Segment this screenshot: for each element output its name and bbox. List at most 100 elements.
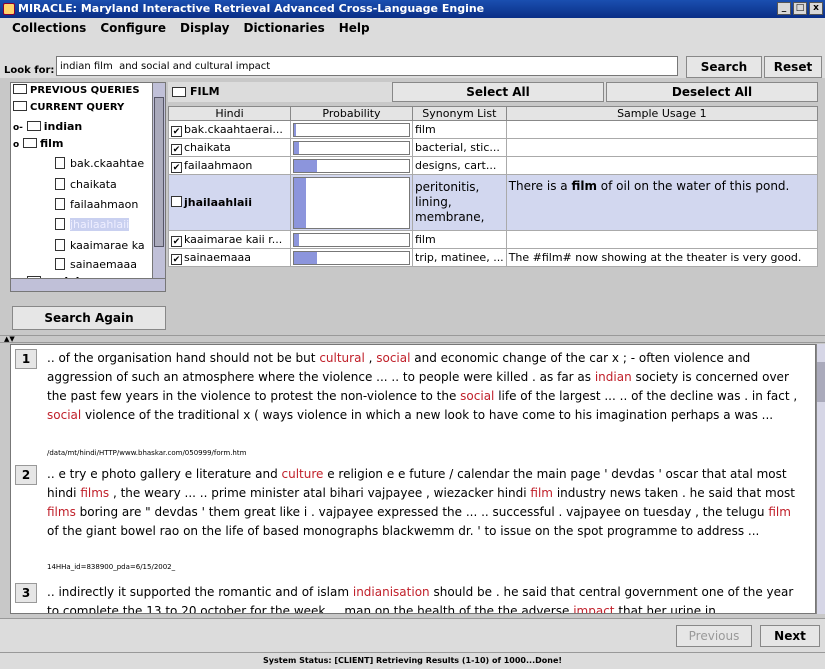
next-button[interactable]: Next xyxy=(760,625,820,647)
table-row[interactable]: ✔ failaahmaon designs, cart... xyxy=(168,156,819,175)
window-title: MIRACLE: Maryland Interactive Retrieval … xyxy=(18,2,485,15)
hindi-term: kaaimarae kaii r... xyxy=(184,232,283,246)
hindi-term-cell[interactable]: jhailaahlaii xyxy=(168,174,291,231)
highlighted-term: cultural xyxy=(319,351,365,365)
document-icon xyxy=(55,178,65,190)
probability-fill xyxy=(294,159,317,172)
results-panel: 1 .. of the organisation hand should not … xyxy=(10,344,816,614)
result-source-link[interactable]: /data/mt/hindi/HTTP/www.bhaskar.com/0509… xyxy=(47,449,246,457)
highlighted-term: social xyxy=(47,408,82,422)
menu-dictionaries[interactable]: Dictionaries xyxy=(243,21,324,35)
tree-leaf-kaaimarae[interactable]: kaaimarae ka xyxy=(55,238,145,254)
highlighted-term: social xyxy=(376,351,411,365)
term-checkbox[interactable]: ✔ xyxy=(171,235,182,247)
close-button[interactable]: x xyxy=(809,2,823,15)
snippet-text: .. indirectly it supported the romantic … xyxy=(47,585,353,599)
results-vertical-scrollbar[interactable] xyxy=(816,344,825,614)
term-checkbox[interactable] xyxy=(171,196,182,207)
probability-fill xyxy=(294,141,299,154)
result-snippet: .. of the organisation hand should not b… xyxy=(47,349,801,425)
usage-text: There is a xyxy=(508,179,572,193)
snippet-text: life of the largest ... .. of the declin… xyxy=(494,389,798,403)
term-checkbox[interactable]: ✔ xyxy=(171,253,182,265)
document-icon xyxy=(55,258,65,270)
pane-splitter[interactable]: ▲▼ xyxy=(0,335,825,343)
menu-bar: Collections Configure Display Dictionari… xyxy=(0,18,825,38)
tree-leaf-bak[interactable]: bak.ckaahtae xyxy=(55,156,144,172)
sample-usage-cell: The #film# now showing at the theater is… xyxy=(505,248,819,267)
snippet-text: , xyxy=(364,351,377,365)
table-row[interactable]: ✔ kaaimarae kaii r... film xyxy=(168,230,819,249)
highlighted-term: culture xyxy=(281,467,324,481)
result-source-link[interactable]: 14HHa_id=838900_pda=6/15/2002_ xyxy=(47,563,175,571)
tree-leaf-failaahmaon[interactable]: failaahmaon xyxy=(55,197,138,213)
folder-icon xyxy=(26,121,41,131)
scroll-thumb[interactable] xyxy=(817,362,825,402)
tree-horizontal-scrollbar[interactable] xyxy=(11,278,165,291)
tree-label: film xyxy=(40,137,64,150)
window-title-bar: MIRACLE: Maryland Interactive Retrieval … xyxy=(0,0,825,18)
tree-label: failaahmaon xyxy=(70,198,139,211)
term-checkbox[interactable]: ✔ xyxy=(171,125,182,137)
menu-configure[interactable]: Configure xyxy=(100,21,166,35)
table-row[interactable]: ✔ bak.ckaahtaerai... film xyxy=(168,120,819,139)
table-row[interactable]: ✔ sainaemaaa trip, matinee, ... The #film# … xyxy=(168,248,819,267)
document-icon xyxy=(55,157,65,169)
tree-label: chaikata xyxy=(70,178,117,191)
status-bar: System Status: [CLIENT] Retrieving Resul… xyxy=(0,652,825,669)
term-checkbox[interactable]: ✔ xyxy=(171,161,182,173)
tree-leaf-chaikata[interactable]: chaikata xyxy=(55,177,117,193)
probability-cell xyxy=(290,156,413,175)
maximize-button[interactable]: □ xyxy=(793,2,807,15)
snippet-text: .. of the organisation hand should not b… xyxy=(47,351,320,365)
column-header-hindi[interactable]: Hindi xyxy=(168,106,291,121)
result-number-button[interactable]: 1 xyxy=(15,349,37,369)
folder-icon xyxy=(13,84,27,94)
expand-handle-icon[interactable]: o- xyxy=(13,123,23,133)
navigation-bar: Previous Next xyxy=(0,618,825,652)
probability-bar xyxy=(293,232,410,247)
hindi-term-cell[interactable]: ✔ kaaimarae kaii r... xyxy=(168,230,291,249)
tree-leaf-jhailaahlaii[interactable]: jhailaahlaii xyxy=(55,217,130,233)
menu-help[interactable]: Help xyxy=(339,21,370,35)
query-input[interactable] xyxy=(56,56,678,76)
probability-fill xyxy=(294,233,299,246)
hindi-term-cell[interactable]: ✔ failaahmaon xyxy=(168,156,291,175)
tree-node-indian[interactable]: o- indian xyxy=(13,119,82,135)
column-header-sample-usage[interactable]: Sample Usage 1 xyxy=(505,106,819,121)
probability-bar xyxy=(293,158,410,173)
tree-vertical-scrollbar[interactable] xyxy=(152,83,165,291)
menu-collections[interactable]: Collections xyxy=(12,21,86,35)
tree-label: sainaemaaa xyxy=(70,258,137,271)
search-button[interactable]: Search xyxy=(686,56,762,78)
folder-icon xyxy=(13,101,27,111)
splitter-arrows-icon[interactable]: ▲▼ xyxy=(4,335,15,343)
usage-text: of oil on the water of this pond. xyxy=(596,179,790,193)
column-header-probability[interactable]: Probability xyxy=(290,106,413,121)
table-row[interactable]: jhailaahlaii peritonitis, lining, membran… xyxy=(168,174,819,231)
reset-button[interactable]: Reset xyxy=(764,56,822,78)
previous-button[interactable]: Previous xyxy=(676,625,752,647)
result-number-button[interactable]: 2 xyxy=(15,465,37,485)
tree-current-query[interactable]: CURRENT QUERY xyxy=(13,100,124,116)
term-checkbox[interactable]: ✔ xyxy=(171,143,182,155)
tree-leaf-sainaemaaa[interactable]: sainaemaaa xyxy=(55,257,137,273)
search-again-button[interactable]: Search Again xyxy=(12,306,166,330)
snippet-text: boring are " devdas ' them great like i … xyxy=(75,505,769,519)
scroll-thumb[interactable] xyxy=(154,97,164,247)
result-number-button[interactable]: 3 xyxy=(15,583,37,603)
tree-previous-queries[interactable]: PREVIOUS QUERIES xyxy=(13,83,140,99)
table-row[interactable]: ✔ chaikata bacterial, stic... xyxy=(168,138,819,157)
hindi-term-cell[interactable]: ✔ bak.ckaahtaerai... xyxy=(168,120,291,139)
hindi-term-cell[interactable]: ✔ sainaemaaa xyxy=(168,248,291,267)
menu-display[interactable]: Display xyxy=(180,21,229,35)
app-icon xyxy=(3,3,15,15)
hindi-term-cell[interactable]: ✔ chaikata xyxy=(168,138,291,157)
minimize-button[interactable]: _ xyxy=(777,2,791,15)
select-all-button[interactable]: Select All xyxy=(392,82,604,102)
deselect-all-button[interactable]: Deselect All xyxy=(606,82,818,102)
column-header-synonym-list[interactable]: Synonym List xyxy=(412,106,507,121)
probability-bar xyxy=(293,122,410,137)
collapse-handle-icon[interactable]: o xyxy=(13,140,19,150)
tree-node-film[interactable]: o film xyxy=(13,136,63,152)
